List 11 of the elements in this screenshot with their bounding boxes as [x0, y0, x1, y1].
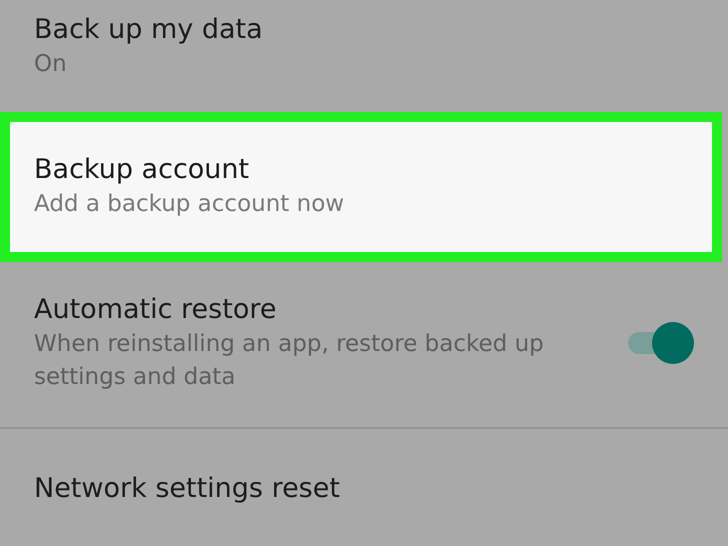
highlighted-setting-item[interactable]: Backup account Add a backup account now — [0, 112, 722, 262]
setting-summary: On — [34, 50, 68, 80]
setting-summary: Add a backup account now — [34, 190, 346, 220]
setting-title: Backup account — [34, 152, 250, 187]
setting-item[interactable]: Back up my data On — [0, 0, 728, 100]
setting-item[interactable]: Automatic restore When reinstalling an app, restore backed up settings and data — [0, 280, 728, 413]
setting-title: Back up my data — [34, 13, 264, 47]
setting-summary: When reinstalling an app, restore backed up settings and data — [34, 330, 545, 392]
setting-title: Automatic restore — [34, 292, 278, 327]
setting-title: Network settings reset — [34, 472, 341, 506]
setting-item[interactable]: Network settings reset — [0, 458, 728, 526]
